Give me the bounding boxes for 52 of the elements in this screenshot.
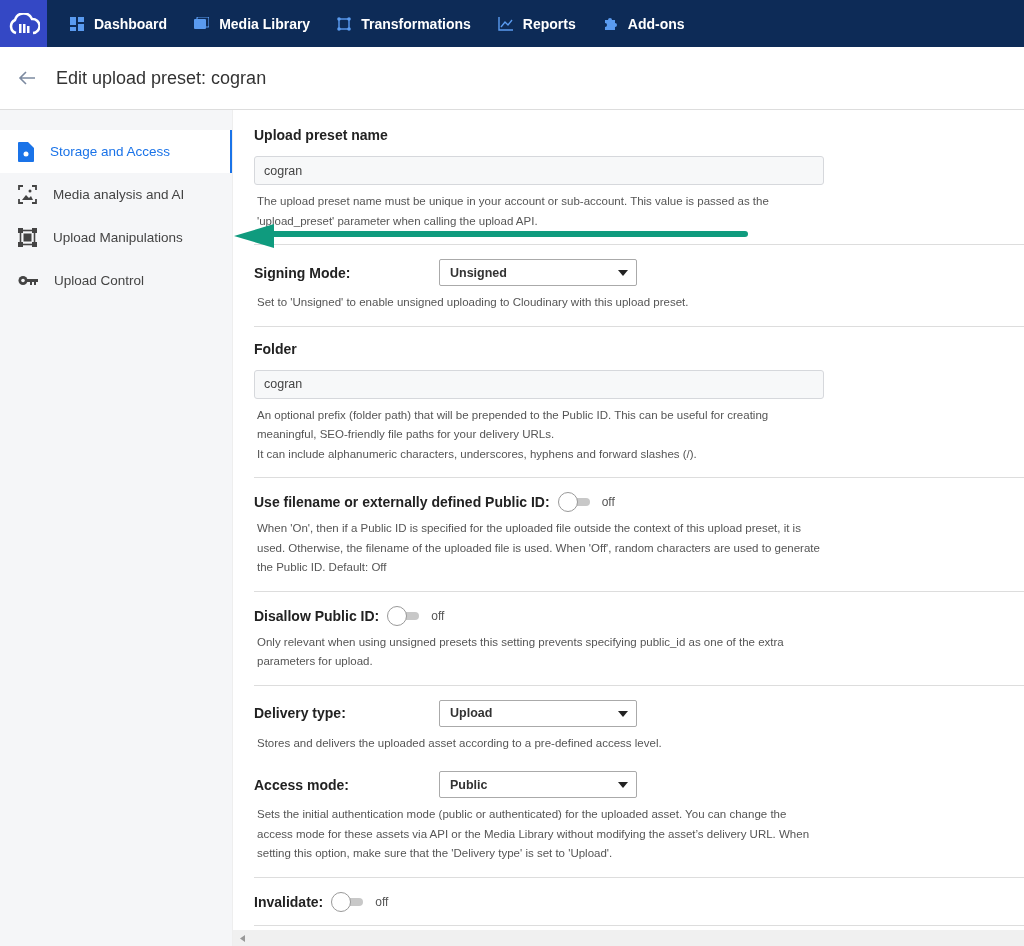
- caret-icon: [618, 782, 628, 788]
- field-label: Disallow Public ID:: [254, 607, 380, 624]
- cloud-logo-icon: [7, 12, 40, 35]
- frame-icon: [18, 228, 37, 247]
- dashboard-icon: [70, 16, 84, 31]
- field-description: Only relevant when using unsigned presets this setting prevents specifying public_id as one of the extra parameters for upload.: [256, 634, 785, 669]
- field-label: Signing Mode:: [254, 264, 352, 281]
- text-field[interactable]: cogran: [254, 369, 824, 399]
- logo-tile[interactable]: [0, 0, 47, 47]
- sidebar-item[interactable]: Upload Manipulations: [0, 216, 232, 259]
- field-label: Delivery type:: [254, 705, 347, 721]
- chart-icon: [497, 16, 513, 31]
- field-description: Stores and delivers the uploaded asset according to a pre-defined access level.: [256, 735, 663, 751]
- field-label: Upload preset name: [254, 127, 389, 143]
- toggle-state: off: [601, 495, 615, 509]
- toggle-switch[interactable]: [557, 492, 590, 512]
- nav-link[interactable]: Reports: [497, 15, 576, 32]
- crop-frame-icon: [337, 16, 352, 31]
- horizontal-scrollbar[interactable]: [233, 930, 1024, 946]
- dropdown[interactable]: Upload: [439, 699, 637, 727]
- caret-icon: [618, 270, 628, 276]
- dropdown[interactable]: Public: [439, 771, 637, 798]
- sidebar-item[interactable]: Upload Control: [0, 259, 232, 302]
- field-description: The upload preset name must be unique in your account or sub-account. This value is passed as the 'upload_preset' parameter when calling the upload API.: [256, 194, 770, 229]
- field-label: Use filename or externally defined Public ID:: [254, 494, 550, 510]
- puzzle-icon: [602, 16, 618, 31]
- nav-link[interactable]: Add-ons: [602, 15, 685, 32]
- field-label: Access mode:: [254, 776, 350, 793]
- field-label: Folder: [254, 340, 298, 357]
- toggle-switch[interactable]: [387, 605, 420, 626]
- dropdown[interactable]: Unsigned: [439, 259, 637, 286]
- page-title: Edit upload preset: cogran: [56, 67, 267, 89]
- field-description: An optional prefix (folder path) that will be prepended to the Public ID. This can be useful for creating meaningful, SEO-friendly file paths for your delivery URLs. It can include alphanumeric characters, underscores, hyphens and forward slashes (/).: [256, 407, 770, 462]
- field-description: Sets the initial authentication mode (public or authenticated) for the uploaded asset. You can change the access mode for these assets via API or the Media Library without modifying the asset’s delivery URL. When setting this option, make sure that the 'Delivery type' is set to 'Upload'.: [256, 807, 811, 861]
- back-arrow-icon[interactable]: [18, 71, 36, 85]
- image-frame-icon: [18, 185, 37, 204]
- field-label: Invalidate:: [254, 893, 324, 910]
- field-description: When 'On', then if a Public ID is specified for the uploaded file outside the context of this upload preset, it is used. Otherwise, the filename of the uploaded file is used. When 'Off', random characters are used to generate the Public ID. Default: Off: [256, 521, 821, 575]
- toggle-switch[interactable]: [331, 891, 364, 912]
- key-icon: [18, 275, 38, 286]
- sidebar-item[interactable]: Storage and Access: [0, 130, 232, 173]
- nav-link[interactable]: Media Library: [194, 15, 311, 32]
- nav-link[interactable]: Transformations: [337, 15, 471, 32]
- sidebar-item[interactable]: Media analysis and AI: [0, 173, 232, 216]
- field-description: Set to 'Unsigned' to enable unsigned uploading to Cloudinary with this upload preset.: [256, 295, 690, 310]
- scroll-left-icon[interactable]: [240, 934, 245, 942]
- caret-icon: [618, 710, 628, 717]
- nav-link[interactable]: Dashboard: [70, 15, 168, 32]
- toggle-state: off: [375, 894, 389, 909]
- text-field[interactable]: cogran: [254, 156, 824, 185]
- toggle-state: off: [431, 608, 445, 623]
- images-icon: [194, 17, 210, 30]
